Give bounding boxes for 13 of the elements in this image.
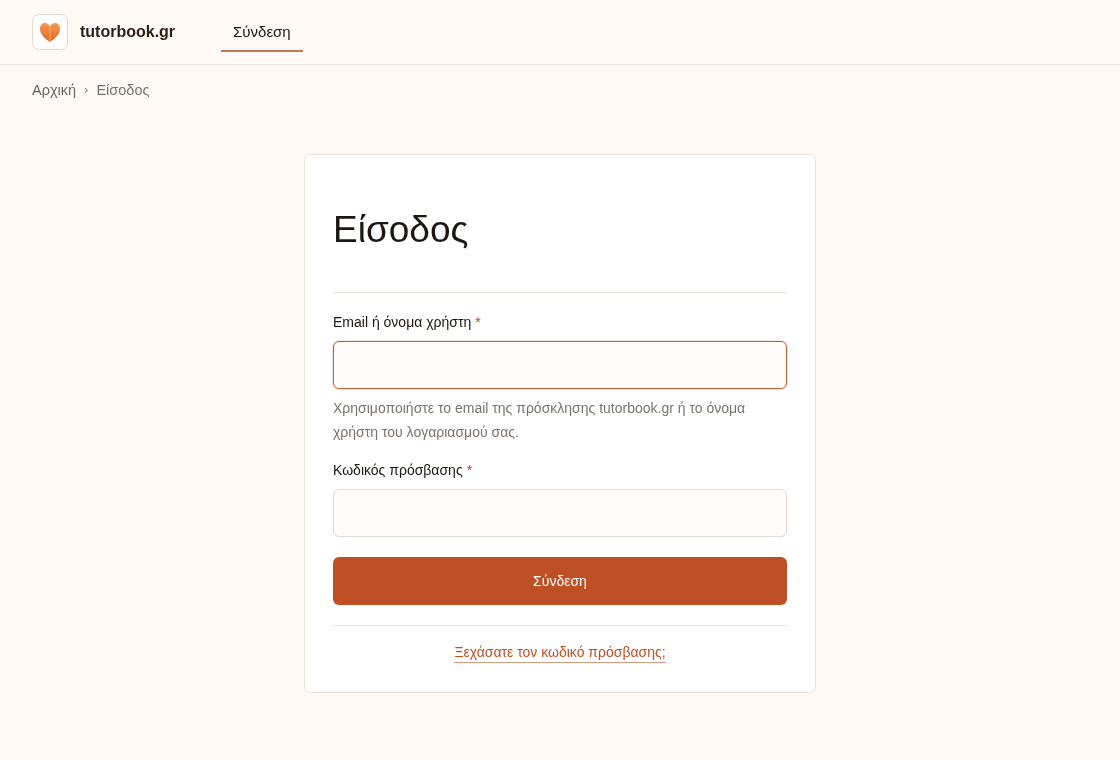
page-title: Είσοδος [333,208,470,252]
help-text: Χρησιμοποιήστε το email της πρόσκλησης tutorbook.gr ή το όνομα χρήστη του λογαριασμού σας. [333,399,747,442]
heart-logo-icon [32,14,68,50]
breadcrumb-link[interactable]: Αρχική [32,81,77,99]
field-label: Κωδικός πρόσβασης * [333,461,474,480]
breadcrumb-separator: › [84,81,89,99]
forgot-password-link[interactable]: Ξεχάσατε τον κωδικό πρόσβασης; [454,642,666,663]
field-label: Email ή όνομα χρήστη * [333,313,482,332]
input-field[interactable] [333,341,787,389]
breadcrumb-current: Είσοδος [96,81,150,99]
login-button[interactable]: Σύνδεση [333,557,787,605]
brand-name: tutorbook.gr [80,23,176,41]
nav-tab[interactable]: Σύνδεση [221,14,303,52]
